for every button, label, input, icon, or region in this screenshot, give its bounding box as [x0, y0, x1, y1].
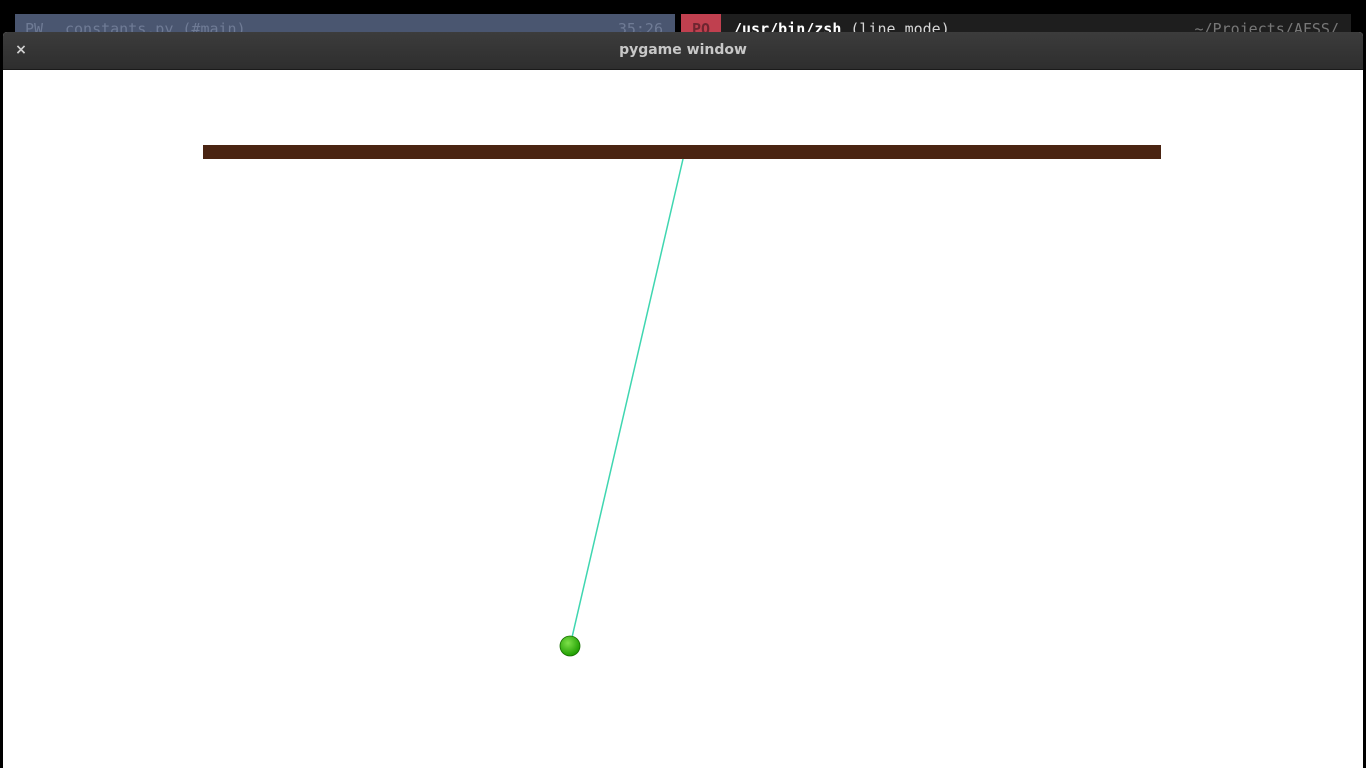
window-titlebar[interactable]: pygame window ×: [3, 32, 1363, 70]
pygame-canvas[interactable]: [3, 70, 1363, 768]
pendulum-string: [569, 158, 684, 647]
close-icon: ×: [15, 42, 27, 58]
pendulum-bob: [559, 635, 581, 657]
pygame-window: pygame window ×: [3, 32, 1363, 768]
pendulum-scene: [203, 145, 1161, 657]
window-title: pygame window: [619, 42, 747, 58]
pendulum-support-beam: [203, 145, 1161, 159]
close-button[interactable]: ×: [11, 40, 31, 60]
